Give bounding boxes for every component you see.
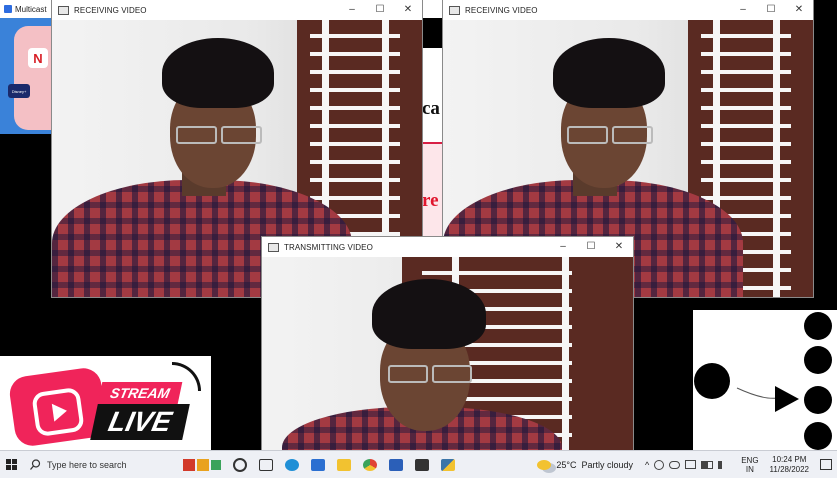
background-app-titlebar[interactable]: Multicast <box>0 0 52 18</box>
receiver-node <box>804 386 832 414</box>
window-title: RECEIVING VIDEO <box>74 5 147 15</box>
promo-panel: N Disney+ <box>0 18 52 134</box>
onedrive-icon[interactable] <box>669 460 681 469</box>
battery-icon[interactable] <box>701 460 714 469</box>
video-person-hair <box>372 279 486 349</box>
task-view-icon[interactable] <box>253 451 279 478</box>
window-titlebar[interactable]: RECEIVING VIDEO – ☐ ✕ <box>443 0 813 20</box>
minimize-button[interactable]: – <box>338 0 366 20</box>
network-icon[interactable] <box>685 460 697 469</box>
windows-logo-icon <box>5 459 17 470</box>
search-placeholder: Type here to search <box>47 459 127 470</box>
router-triangle-icon <box>775 386 799 412</box>
video-person-glasses <box>388 365 472 383</box>
maximize-button[interactable]: ☐ <box>757 0 785 20</box>
python-icon[interactable] <box>435 451 461 478</box>
promo-card <box>14 26 52 130</box>
window-title: RECEIVING VIDEO <box>465 5 538 15</box>
disney-logo[interactable]: Disney+ <box>8 84 30 98</box>
stream-live-banner: STREAM LIVE <box>0 356 211 450</box>
live-label: LIVE <box>105 406 175 437</box>
terminal-icon[interactable] <box>409 451 435 478</box>
receiver-node <box>804 312 832 340</box>
minimize-button[interactable]: – <box>729 0 757 20</box>
network-diagram-panel <box>693 310 837 450</box>
maximize-button[interactable]: ☐ <box>577 237 605 257</box>
gift-icon[interactable] <box>177 451 227 478</box>
chrome-icon[interactable] <box>357 451 383 478</box>
clock-time: 10:24 PM <box>772 454 807 464</box>
window-app-icon <box>449 5 460 15</box>
window-titlebar[interactable]: TRANSMITTING VIDEO – ☐ ✕ <box>262 237 633 257</box>
mail-icon[interactable] <box>305 451 331 478</box>
close-button[interactable]: ✕ <box>394 0 422 20</box>
video-person-glasses <box>176 126 262 144</box>
receiver-node <box>804 422 832 450</box>
background-page-text-b: re <box>422 190 439 211</box>
app-icon <box>4 5 12 13</box>
window-title: TRANSMITTING VIDEO <box>284 242 373 252</box>
edge-icon[interactable] <box>279 451 305 478</box>
cortana-icon[interactable] <box>227 451 253 478</box>
start-button[interactable] <box>0 451 22 478</box>
search-icon <box>30 459 41 470</box>
receiver-node <box>804 346 832 374</box>
region-code: IN <box>745 464 754 474</box>
transmitting-video-window[interactable]: TRANSMITTING VIDEO – ☐ ✕ <box>262 237 633 450</box>
word-icon[interactable] <box>383 451 409 478</box>
video-person-hair <box>553 38 665 108</box>
background-app-window[interactable]: Multicast N Disney+ <box>0 0 52 134</box>
stream-label-box: STREAM <box>97 382 183 404</box>
network-diagram <box>694 312 832 450</box>
taskbar: Type here to search 25°C Partly cloudy ^… <box>0 450 837 478</box>
background-page-strip: ca re <box>422 0 443 240</box>
video-person-hair <box>162 38 274 108</box>
partly-cloudy-icon <box>537 459 552 470</box>
close-button[interactable]: ✕ <box>605 237 633 257</box>
video-grill-rail <box>562 257 569 450</box>
play-icon <box>31 386 85 438</box>
sender-node <box>694 363 730 399</box>
taskbar-search[interactable]: Type here to search <box>22 451 177 478</box>
background-app-title: Multicast <box>15 4 47 14</box>
system-tray[interactable]: ^ <box>645 451 736 478</box>
language-code: ENG <box>741 455 759 465</box>
video-grill-rail <box>773 20 780 297</box>
volume-icon[interactable] <box>718 460 730 469</box>
window-titlebar[interactable]: RECEIVING VIDEO – ☐ ✕ <box>52 0 422 20</box>
window-app-icon <box>58 5 69 15</box>
disney-logo-text: Disney+ <box>11 88 27 94</box>
notification-center-icon[interactable] <box>815 451 837 478</box>
netflix-logo-letter: N <box>33 50 43 66</box>
clock[interactable]: 10:24 PM 11/28/2022 <box>764 451 815 478</box>
clock-date: 11/28/2022 <box>769 464 809 474</box>
video-feed <box>262 257 633 450</box>
maximize-button[interactable]: ☐ <box>366 0 394 20</box>
connection-line <box>736 387 778 399</box>
minimize-button[interactable]: – <box>549 237 577 257</box>
netflix-logo[interactable]: N <box>28 48 48 68</box>
weather-temp: 25°C <box>556 459 577 470</box>
weather-widget[interactable]: 25°C Partly cloudy <box>537 451 645 478</box>
stream-label: STREAM <box>108 385 172 401</box>
file-explorer-icon[interactable] <box>331 451 357 478</box>
tray-app-icon[interactable] <box>654 459 665 470</box>
video-person-glasses <box>567 126 653 144</box>
live-label-box: LIVE <box>90 404 190 440</box>
background-page-topbar <box>422 18 443 48</box>
language-indicator[interactable]: ENG IN <box>736 451 763 478</box>
background-page-text-a: ca <box>422 98 440 119</box>
chevron-up-icon[interactable]: ^ <box>645 460 649 470</box>
close-button[interactable]: ✕ <box>785 0 813 20</box>
weather-desc: Partly cloudy <box>581 459 633 470</box>
window-app-icon <box>268 242 279 252</box>
